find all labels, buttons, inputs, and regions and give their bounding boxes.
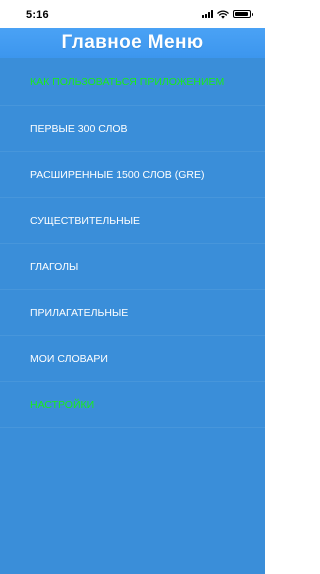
menu-item-how-to-use[interactable]: КАК ПОЛЬЗОВАТЬСЯ ПРИЛОЖЕНИЕМ	[0, 58, 265, 106]
status-bar: 5:16	[0, 0, 265, 28]
header: Главное Меню	[0, 28, 265, 58]
menu-item-verbs[interactable]: ГЛАГОЛЫ	[0, 244, 265, 290]
menu-item-label: ПЕРВЫЕ 300 СЛОВ	[30, 122, 128, 135]
menu-item-adjectives[interactable]: ПРИЛАГАТЕЛЬНЫЕ	[0, 290, 265, 336]
status-icons	[202, 9, 253, 19]
page-title: Главное Меню	[61, 32, 204, 53]
menu-item-nouns[interactable]: СУЩЕСТВИТЕЛЬНЫЕ	[0, 198, 265, 244]
menu-item-settings[interactable]: НАСТРОЙКИ	[0, 382, 265, 428]
status-time: 5:16	[26, 9, 49, 21]
menu-item-label: ГЛАГОЛЫ	[30, 260, 79, 273]
menu-item-my-dictionaries[interactable]: МОИ СЛОВАРИ	[0, 336, 265, 382]
menu-item-label: МОИ СЛОВАРИ	[30, 352, 108, 365]
main-menu: КАК ПОЛЬЗОВАТЬСЯ ПРИЛОЖЕНИЕМ ПЕРВЫЕ 300 …	[0, 58, 265, 574]
menu-item-first-300-words[interactable]: ПЕРВЫЕ 300 СЛОВ	[0, 106, 265, 152]
menu-item-label: КАК ПОЛЬЗОВАТЬСЯ ПРИЛОЖЕНИЕМ	[30, 75, 225, 88]
battery-icon	[233, 10, 253, 18]
menu-item-label: ПРИЛАГАТЕЛЬНЫЕ	[30, 306, 129, 319]
wifi-icon	[217, 9, 229, 19]
menu-item-label: СУЩЕСТВИТЕЛЬНЫЕ	[30, 214, 141, 227]
signal-icon	[202, 10, 213, 18]
menu-item-label: РАСШИРЕННЫЕ 1500 СЛОВ (GRE)	[30, 168, 205, 181]
menu-item-extended-1500-words[interactable]: РАСШИРЕННЫЕ 1500 СЛОВ (GRE)	[0, 152, 265, 198]
menu-item-label: НАСТРОЙКИ	[30, 398, 95, 411]
